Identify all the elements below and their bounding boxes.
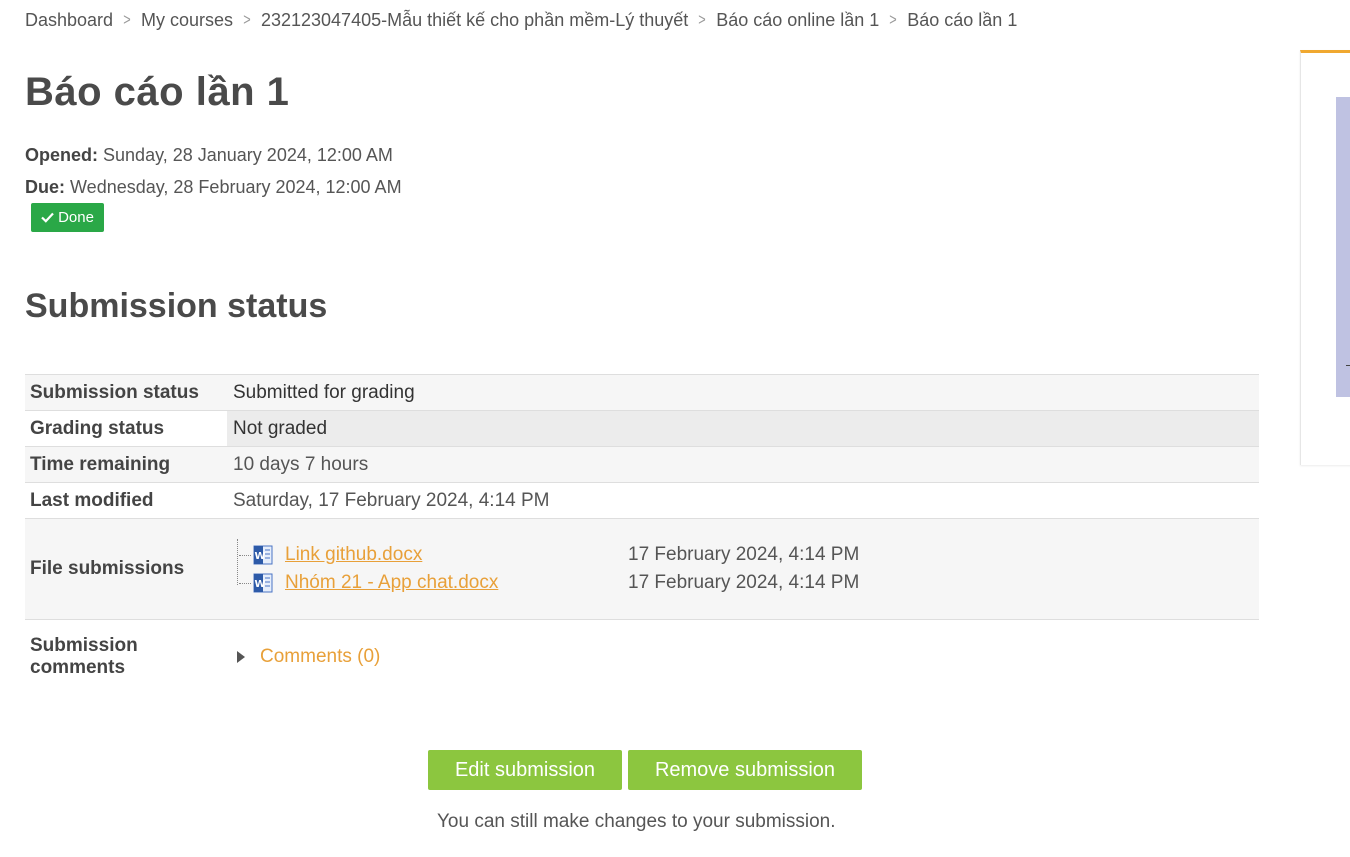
comments-toggle[interactable]: Comments (0) (233, 646, 1259, 668)
opened-date: Opened: Sunday, 28 January 2024, 12:00 A… (25, 139, 402, 171)
svg-text:W: W (255, 579, 266, 590)
grading-status-value: Not graded (227, 410, 1259, 447)
done-badge-label: Done (58, 209, 94, 226)
chevron-right-icon: > (698, 10, 706, 29)
file-link[interactable]: Link github.docx (285, 544, 628, 566)
table-row: Last modified Saturday, 17 February 2024… (25, 482, 1259, 519)
submission-status-table: Submission status Submitted for grading … (25, 374, 1259, 694)
check-icon (41, 212, 54, 223)
table-row: Time remaining 10 days 7 hours (25, 446, 1259, 483)
due-value: Wednesday, 28 February 2024, 12:00 AM (70, 177, 402, 197)
submission-status-value: Submitted for grading (227, 374, 1259, 411)
file-tree: W Link github.docx 17 February 2024, 4:1… (233, 539, 1259, 597)
list-item: W Link github.docx 17 February 2024, 4:1… (239, 541, 1259, 569)
edit-submission-button[interactable]: Edit submission (428, 750, 622, 790)
due-label: Due: (25, 177, 65, 197)
breadcrumb-current[interactable]: Báo cáo lần 1 (907, 10, 1017, 31)
breadcrumb-my-courses[interactable]: My courses (141, 10, 233, 31)
word-document-icon: W (253, 573, 273, 593)
breadcrumb: Dashboard > My courses > 232123047405-Mẫ… (25, 8, 1017, 32)
caret-right-icon (237, 650, 245, 663)
side-panel (1300, 50, 1350, 465)
tree-branch (239, 582, 251, 584)
row-label-last-modified: Last modified (25, 482, 227, 519)
done-badge: Done (31, 203, 104, 232)
file-date: 17 February 2024, 4:14 PM (628, 544, 860, 565)
file-submissions-cell: W Link github.docx 17 February 2024, 4:1… (227, 518, 1259, 620)
table-row: Grading status Not graded (25, 410, 1259, 447)
page-title: Báo cáo lần 1 (25, 70, 290, 114)
opened-label: Opened: (25, 145, 99, 165)
table-row: File submissions W Link github.docx 17 F… (25, 518, 1259, 620)
tree-branch (239, 554, 251, 556)
remove-submission-button[interactable]: Remove submission (628, 750, 862, 790)
breadcrumb-course[interactable]: 232123047405-Mẫu thiết kế cho phần mềm-L… (261, 10, 688, 31)
row-label-time-remaining: Time remaining (25, 446, 227, 483)
table-row: Submission status Submitted for grading (25, 374, 1259, 411)
file-date: 17 February 2024, 4:14 PM (628, 572, 860, 593)
side-panel-block (1336, 97, 1350, 397)
svg-text:W: W (255, 551, 266, 562)
list-item: W Nhóm 21 - App chat.docx 17 February 20… (239, 569, 1259, 597)
chevron-right-icon: > (889, 10, 898, 29)
breadcrumb-section[interactable]: Báo cáo online lần 1 (716, 10, 879, 31)
last-modified-value: Saturday, 17 February 2024, 4:14 PM (227, 482, 1259, 519)
chevron-right-icon: > (123, 10, 131, 29)
submission-actions: Edit submission Remove submission (428, 750, 862, 790)
word-document-icon: W (253, 545, 273, 565)
submission-note: You can still make changes to your submi… (437, 811, 836, 832)
table-row: Submission comments Comments (0) (25, 619, 1259, 694)
side-panel-mark (1346, 365, 1350, 366)
row-label-file-submissions: File submissions (25, 518, 227, 620)
time-remaining-value: 10 days 7 hours (227, 446, 1259, 483)
file-link[interactable]: Nhóm 21 - App chat.docx (285, 572, 628, 594)
row-label-grading-status: Grading status (25, 410, 227, 447)
activity-dates: Opened: Sunday, 28 January 2024, 12:00 A… (25, 139, 402, 203)
row-label-submission-comments: Submission comments (25, 619, 227, 694)
chevron-right-icon: > (243, 10, 251, 29)
row-label-submission-status: Submission status (25, 374, 227, 411)
comments-link[interactable]: Comments (0) (260, 646, 380, 668)
breadcrumb-dashboard[interactable]: Dashboard (25, 10, 113, 31)
submission-comments-cell: Comments (0) (227, 619, 1259, 694)
due-date: Due: Wednesday, 28 February 2024, 12:00 … (25, 171, 402, 203)
opened-value: Sunday, 28 January 2024, 12:00 AM (103, 145, 393, 165)
submission-heading: Submission status (25, 287, 328, 325)
